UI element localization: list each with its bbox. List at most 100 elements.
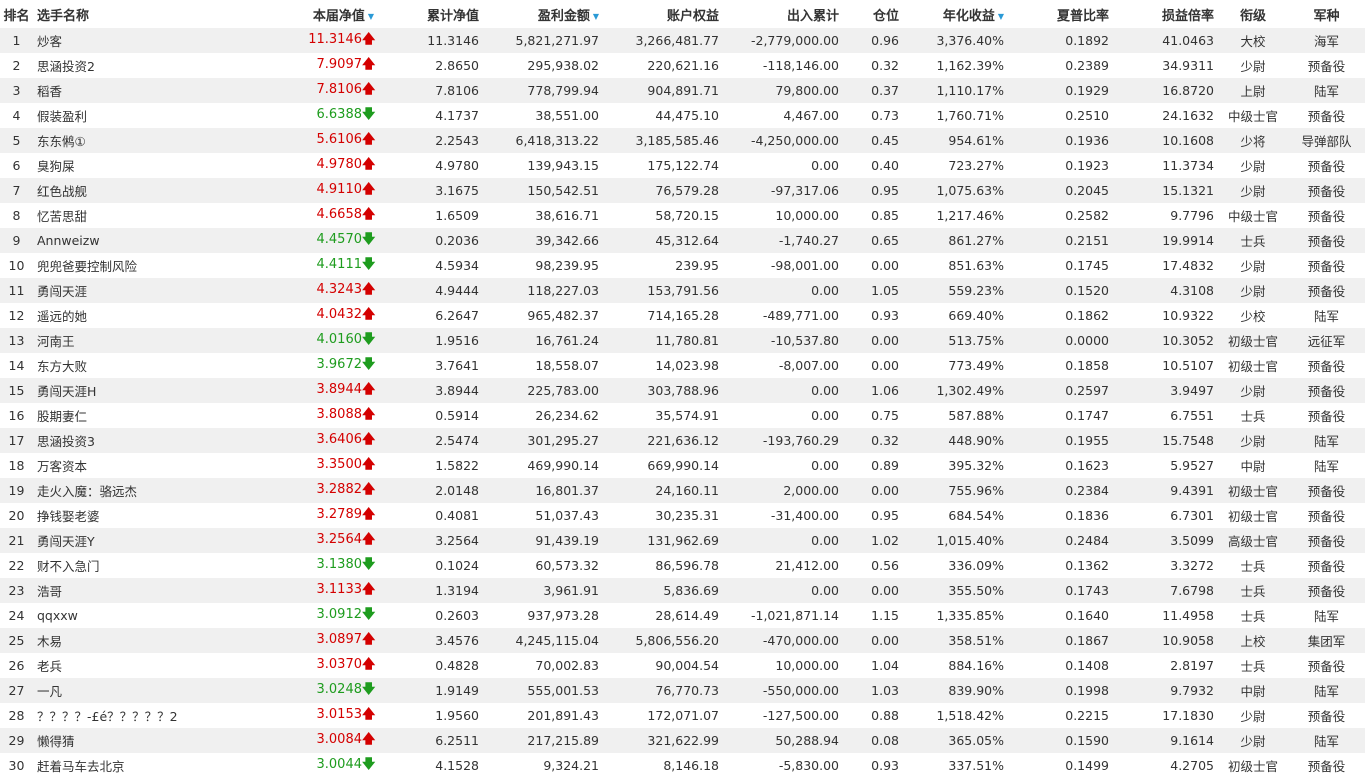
annual-cell: 559.23% [903, 278, 1008, 303]
annual-text: 884.16% [948, 658, 1004, 673]
player-name-text[interactable]: 一凡 [37, 684, 62, 699]
player-name-cell[interactable]: 红色战舰 [33, 178, 223, 203]
player-name-text[interactable]: 东东鸺① [37, 134, 86, 149]
player-name-cell[interactable]: 思涵投资3 [33, 428, 223, 453]
player-name-cell[interactable]: 东东鸺① [33, 128, 223, 153]
player-name-cell[interactable]: 勇闯天涯H [33, 378, 223, 403]
player-name-text[interactable]: ？？？？-£é？？？？？2 [37, 709, 178, 724]
player-name-cell[interactable]: 老兵 [33, 653, 223, 678]
pl-ratio-cell: 41.0463 [1113, 28, 1218, 53]
player-name-text[interactable]: qqxxw [37, 608, 78, 623]
player-name-cell[interactable]: 炒客 [33, 28, 223, 53]
player-name-text[interactable]: 木易 [37, 634, 62, 649]
header-annual-label[interactable]: 年化收益 [943, 9, 995, 24]
player-name-text[interactable]: 兜兜爸要控制风险 [37, 259, 137, 274]
player-name-cell[interactable]: 一凡 [33, 678, 223, 703]
table-row: 3 稻香 7.8106🡅 7.8106 778,799.94 904,891.71 79,8… [0, 78, 1365, 103]
player-name-cell[interactable]: 假装盈利 [33, 103, 223, 128]
player-name-text[interactable]: 挣钱娶老婆 [37, 509, 100, 524]
position-cell: 0.96 [843, 28, 903, 53]
annual-cell: 884.16% [903, 653, 1008, 678]
profit-cell: 91,439.19 [483, 528, 603, 553]
player-name-text[interactable]: 遥远的她 [37, 309, 87, 324]
cum-nav-cell: 4.1528 [378, 753, 483, 778]
player-name-text[interactable]: 浩哥 [37, 584, 62, 599]
player-name-cell[interactable]: 财不入急门 [33, 553, 223, 578]
branch-cell: 预备役 [1288, 353, 1365, 378]
player-name-text[interactable]: 思涵投资2 [37, 59, 95, 74]
player-name-cell[interactable]: 万客资本 [33, 453, 223, 478]
sharpe-text: 0.0000 [1065, 333, 1109, 348]
position-cell: 0.00 [843, 628, 903, 653]
annual-cell: 1,110.17% [903, 78, 1008, 103]
profit-text: 217,215.89 [527, 733, 599, 748]
player-name-cell[interactable]: 懒得猜 [33, 728, 223, 753]
annual-cell: 1,760.71% [903, 103, 1008, 128]
annual-text: 3,376.40% [936, 33, 1004, 48]
player-name-text[interactable]: 假装盈利 [37, 109, 87, 124]
player-name-text[interactable]: 忆苦思甜 [37, 209, 87, 224]
player-name-cell[interactable]: 遥远的她 [33, 303, 223, 328]
header-nav-label[interactable]: 本届净值 [313, 9, 365, 24]
player-name-text[interactable]: 赶着马车去北京 [37, 759, 125, 774]
sort-down-icon[interactable]: ▼ [998, 12, 1004, 21]
player-name-text[interactable]: 稻香 [37, 84, 62, 99]
player-name-cell[interactable]: 浩哥 [33, 578, 223, 603]
player-name-cell[interactable]: 河南王 [33, 328, 223, 353]
player-name-cell[interactable]: 稻香 [33, 78, 223, 103]
sharpe-text: 0.1640 [1065, 608, 1109, 623]
player-name-text[interactable]: 懒得猜 [37, 734, 75, 749]
player-name-cell[interactable]: 股期妻仁 [33, 403, 223, 428]
header-nav[interactable]: 本届净值 ▼ [223, 0, 378, 28]
arrow-up-icon: 🡅 [362, 31, 376, 47]
sort-down-icon[interactable]: ▼ [368, 12, 374, 21]
player-name-cell[interactable]: 思涵投资2 [33, 53, 223, 78]
player-name-cell[interactable]: ？？？？-£é？？？？？2 [33, 703, 223, 728]
player-name-text[interactable]: Annweizw [37, 233, 100, 248]
player-name-text[interactable]: 万客资本 [37, 459, 87, 474]
cum-nav-text: 3.8944 [435, 383, 479, 398]
player-name-text[interactable]: 勇闯天涯 [37, 284, 87, 299]
pl-ratio-cell: 9.1614 [1113, 728, 1218, 753]
profit-cell: 469,990.14 [483, 453, 603, 478]
player-name-text[interactable]: 勇闯天涯H [37, 384, 96, 399]
player-name-cell[interactable]: 挣钱娶老婆 [33, 503, 223, 528]
player-name-cell[interactable]: 东方大败 [33, 353, 223, 378]
rank-text: 8 [12, 208, 21, 223]
player-name-text[interactable]: 红色战舰 [37, 184, 87, 199]
player-name-text[interactable]: 走火入魔：骆远杰 [37, 484, 137, 499]
header-profit[interactable]: 盈利金额 ▼ [483, 0, 603, 28]
table-body: 1 炒客 11.3146🡅 11.3146 5,821,271.97 3,266,481.… [0, 28, 1365, 778]
equity-cell: 669,990.14 [603, 453, 723, 478]
player-name-cell[interactable]: 臭狗屎 [33, 153, 223, 178]
player-name-text[interactable]: 臭狗屎 [37, 159, 75, 174]
player-name-cell[interactable]: 兜兜爸要控制风险 [33, 253, 223, 278]
player-name-text[interactable]: 东方大败 [37, 359, 87, 374]
player-name-cell[interactable]: 勇闯天涯 [33, 278, 223, 303]
player-name-cell[interactable]: 木易 [33, 628, 223, 653]
branch-cell: 陆军 [1288, 453, 1365, 478]
player-name-text[interactable]: 财不入急门 [37, 559, 100, 574]
player-name-text[interactable]: 勇闯天涯Y [37, 534, 95, 549]
player-name-cell[interactable]: Annweizw [33, 228, 223, 253]
player-name-text[interactable]: 股期妻仁 [37, 409, 87, 424]
sort-down-icon[interactable]: ▼ [593, 12, 599, 21]
profit-cell: 16,801.37 [483, 478, 603, 503]
player-name-text[interactable]: 老兵 [37, 659, 62, 674]
position-cell: 0.95 [843, 178, 903, 203]
player-name-text[interactable]: 思涵投资3 [37, 434, 95, 449]
header-annual[interactable]: 年化收益 ▼ [903, 0, 1008, 28]
cum-nav-text: 1.9149 [435, 683, 479, 698]
header-profit-label[interactable]: 盈利金额 [538, 9, 590, 24]
player-name-cell[interactable]: 走火入魔：骆远杰 [33, 478, 223, 503]
player-name-text[interactable]: 炒客 [37, 34, 62, 49]
flow-text: -31,400.00 [770, 508, 839, 523]
header-rank: 排名 [0, 0, 33, 28]
player-name-cell[interactable]: qqxxw [33, 603, 223, 628]
player-name-cell[interactable]: 赶着马车去北京 [33, 753, 223, 778]
player-name-cell[interactable]: 勇闯天涯Y [33, 528, 223, 553]
nav-value: 3.0370 [316, 656, 363, 672]
cum-nav-cell: 6.2647 [378, 303, 483, 328]
player-name-text[interactable]: 河南王 [37, 334, 75, 349]
player-name-cell[interactable]: 忆苦思甜 [33, 203, 223, 228]
